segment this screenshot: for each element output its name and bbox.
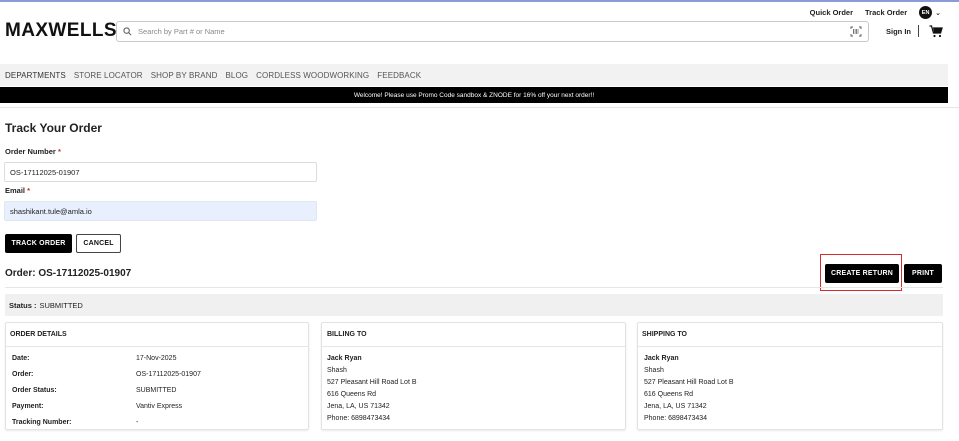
billing-city: Jena, LA, US 71342 xyxy=(327,403,390,410)
detail-value: SUBMITTED xyxy=(136,387,177,394)
order-number-field[interactable] xyxy=(4,162,317,182)
detail-key: Order: xyxy=(12,371,34,378)
status-value: SUBMITTED xyxy=(39,300,83,310)
shipping-card: SHIPPING TO Jack Ryan Shash 527 Pleasant… xyxy=(637,322,943,430)
detail-value: OS-17112025-01907 xyxy=(136,371,201,378)
quick-order-link[interactable]: Quick Order xyxy=(810,8,853,17)
billing-name: Jack Ryan xyxy=(327,355,362,362)
divider xyxy=(0,107,959,108)
detail-key: Tracking Number: xyxy=(12,419,72,426)
print-button[interactable]: PRINT xyxy=(904,264,942,283)
sign-in-link[interactable]: Sign In xyxy=(886,27,911,36)
search-bar xyxy=(116,21,869,42)
detail-row: Order Status: SUBMITTED xyxy=(10,383,304,399)
shipping-line1: 527 Pleasant Hill Road Lot B xyxy=(644,379,734,386)
search-icon xyxy=(123,23,132,41)
main-nav: DEPARTMENTS STORE LOCATOR SHOP BY BRAND … xyxy=(0,64,948,86)
order-divider xyxy=(5,287,943,288)
shipping-heading: SHIPPING TO xyxy=(638,323,942,347)
page-title: Track Your Order xyxy=(5,121,102,135)
top-border xyxy=(0,0,959,2)
create-return-button[interactable]: CREATE RETURN xyxy=(825,264,899,283)
detail-value: Vantiv Express xyxy=(136,403,183,410)
track-order-link[interactable]: Track Order xyxy=(865,8,907,17)
promo-banner: Welcome! Please use Promo Code sandbox &… xyxy=(0,87,948,103)
email-field[interactable] xyxy=(4,201,317,221)
email-label-text: Email xyxy=(5,186,26,195)
search-input[interactable] xyxy=(138,27,850,36)
detail-row: Date: 17-Nov-2025 xyxy=(10,351,304,367)
nav-item-feedback[interactable]: FEEDBACK xyxy=(377,71,421,80)
order-number-label: Order Number * xyxy=(5,147,61,156)
language-selector[interactable]: EN ⌄ xyxy=(919,6,941,19)
cancel-button[interactable]: CANCEL xyxy=(76,234,121,253)
detail-value: - xyxy=(136,419,139,426)
nav-item-cordless-woodworking[interactable]: CORDLESS WOODWORKING xyxy=(256,71,369,80)
order-title: Order: OS-17112025-01907 xyxy=(5,268,132,279)
shipping-city: Jena, LA, US 71342 xyxy=(644,403,707,410)
detail-key: Order Status: xyxy=(12,387,57,394)
nav-item-store-locator[interactable]: STORE LOCATOR xyxy=(74,71,143,80)
barcode-scan-icon[interactable] xyxy=(850,26,862,38)
required-marker: * xyxy=(27,186,31,195)
order-details-card: ORDER DETAILS Date: 17-Nov-2025 Order: OS-… xyxy=(5,322,309,430)
utility-bar: Quick Order Track Order EN ⌄ xyxy=(810,6,941,19)
shipping-line2: 616 Queens Rd xyxy=(644,391,694,398)
detail-key: Payment: xyxy=(12,403,44,410)
shipping-phone: Phone: 6898473434 xyxy=(644,415,708,422)
nav-item-blog[interactable]: BLOG xyxy=(226,71,249,80)
billing-card: BILLING TO Jack Ryan Shash 527 Pleasant … xyxy=(321,322,626,430)
detail-value: 17-Nov-2025 xyxy=(136,355,177,362)
shipping-company: Shash xyxy=(644,367,664,374)
language-badge: EN xyxy=(919,6,933,19)
billing-line1: 527 Pleasant Hill Road Lot B xyxy=(327,379,417,386)
billing-line2: 616 Queens Rd xyxy=(327,391,377,398)
nav-item-shop-by-brand[interactable]: SHOP BY BRAND xyxy=(151,71,218,80)
detail-row: Tracking Number: - xyxy=(10,415,304,431)
detail-key: Date: xyxy=(12,355,30,362)
cart-icon[interactable] xyxy=(929,25,943,38)
status-bar: Status : SUBMITTED xyxy=(5,294,943,316)
nav-item-departments[interactable]: DEPARTMENTS xyxy=(5,71,66,80)
detail-row: Payment: Vantiv Express xyxy=(10,399,304,415)
billing-heading: BILLING TO xyxy=(322,323,625,347)
billing-phone: Phone: 6898473434 xyxy=(327,415,391,422)
chevron-down-icon: ⌄ xyxy=(935,9,941,17)
billing-company: Shash xyxy=(327,367,347,374)
order-number-label-text: Order Number xyxy=(5,147,56,156)
site-logo[interactable]: MAXWELLS xyxy=(5,20,117,42)
detail-row: Order: OS-17112025-01907 xyxy=(10,367,304,383)
required-marker: * xyxy=(57,147,61,156)
track-order-button[interactable]: TRACK ORDER xyxy=(5,234,72,253)
shipping-name: Jack Ryan xyxy=(644,355,679,362)
status-label: Status : xyxy=(9,300,37,310)
header-separator xyxy=(918,25,919,37)
order-details-heading: ORDER DETAILS xyxy=(6,323,308,347)
email-label: Email * xyxy=(5,186,30,195)
